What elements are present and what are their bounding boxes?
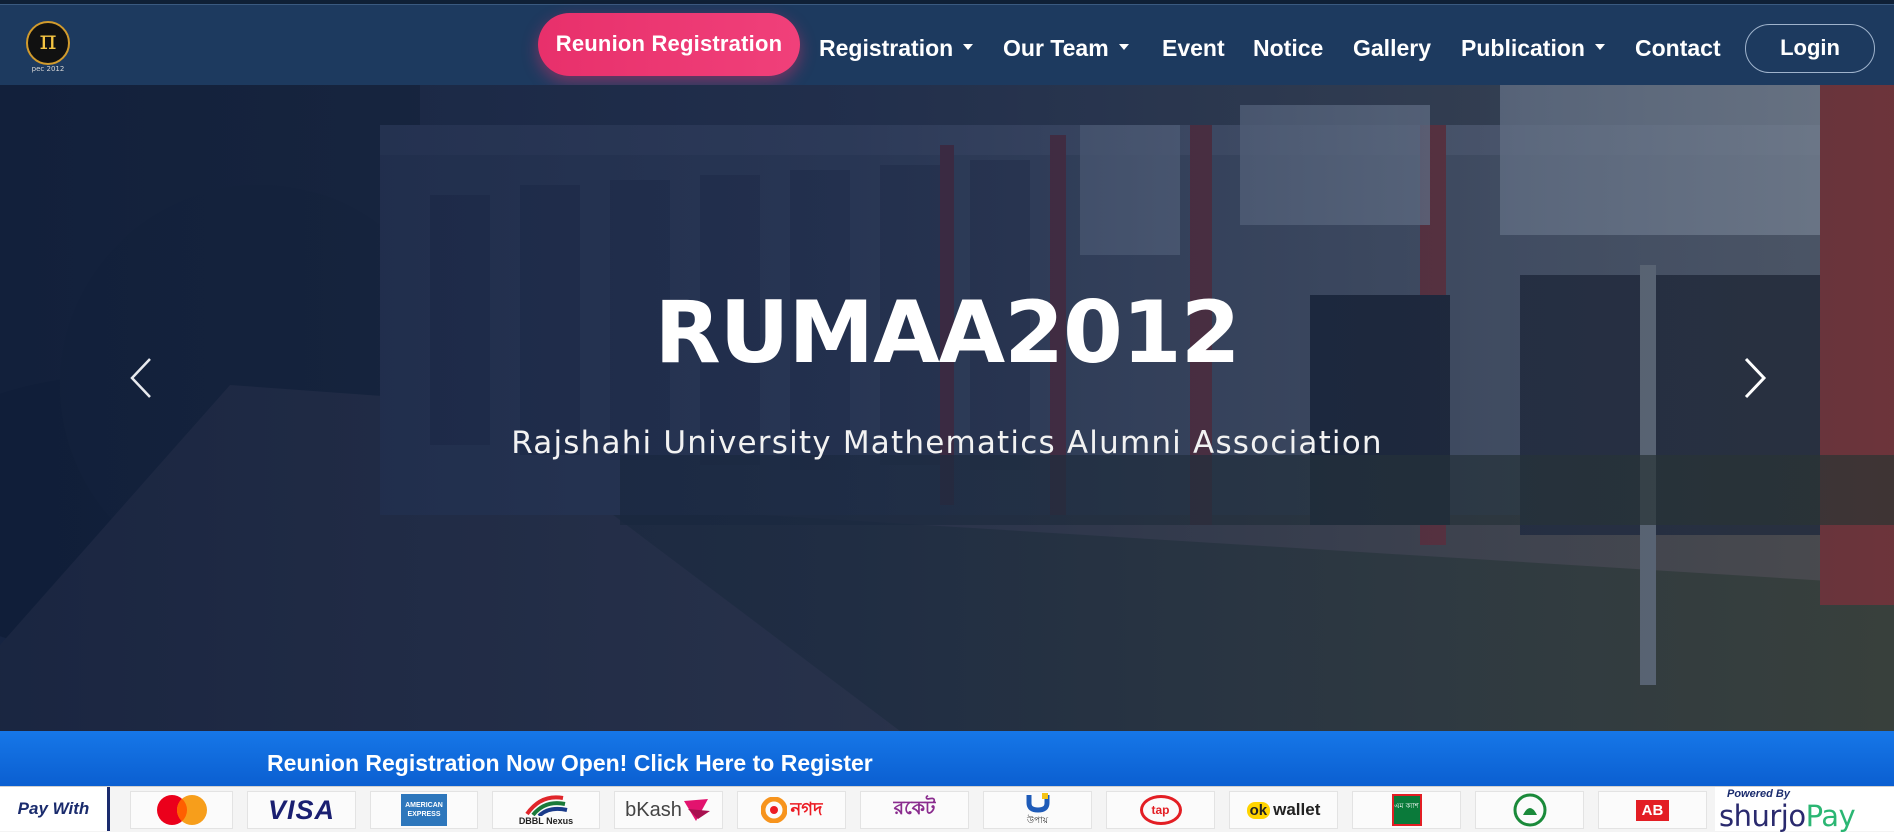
login-button[interactable]: Login — [1745, 24, 1875, 73]
caret-down-icon — [1118, 43, 1129, 50]
islami-bank-logo — [1475, 791, 1584, 829]
ok-wallet-logo: ok wallet — [1229, 791, 1338, 829]
caret-down-icon — [1594, 43, 1605, 50]
visa-text: VISA — [267, 794, 336, 825]
nagad-icon — [760, 797, 787, 823]
upay-icon — [1026, 792, 1049, 813]
banner-text[interactable]: Reunion Registration Now Open! Click Her… — [267, 743, 873, 783]
nav-our-team[interactable]: Our Team — [1003, 31, 1129, 65]
pay-with-label: Pay With — [0, 787, 110, 831]
nav-contact-label: Contact — [1635, 35, 1721, 61]
upay-logo: উপায় — [983, 791, 1092, 829]
registration-banner[interactable]: Reunion Registration Now Open! Click Her… — [0, 731, 1894, 786]
nav-publication-label: Publication — [1461, 35, 1585, 61]
hero-subtitle: Rajshahi University Mathematics Alumni A… — [511, 425, 1383, 461]
site-logo[interactable]: π — [26, 21, 70, 65]
hero-title: RUMAA2012 — [654, 283, 1240, 383]
mastercard-icon — [156, 795, 207, 825]
logo-caption: pec 2012 — [31, 65, 65, 73]
nav-notice-label: Notice — [1253, 35, 1324, 61]
nav-gallery-label: Gallery — [1353, 35, 1431, 61]
dbbl-nexus-text: DBBL Nexus — [518, 816, 574, 826]
shurjopay-brand-prefix: shurjo — [1719, 799, 1806, 833]
tap-logo: tap — [1106, 791, 1215, 829]
bkash-text: bKash — [625, 798, 682, 821]
caret-down-icon — [963, 43, 974, 50]
hero-carousel: RUMAA2012 Rajshahi University Mathematic… — [0, 85, 1894, 731]
bkash-logo: bKash — [614, 791, 723, 829]
reunion-registration-button[interactable]: Reunion Registration — [538, 13, 800, 76]
bkash-bird-icon — [683, 799, 710, 821]
amex-badge: AMERICAN EXPRESS — [401, 794, 447, 826]
american-express-logo: AMERICAN EXPRESS — [370, 791, 478, 829]
chevron-left-icon[interactable] — [122, 343, 162, 413]
dbbl-nexus-icon — [525, 795, 568, 816]
navbar: π pec 2012 Reunion Registration Registra… — [0, 4, 1894, 85]
shurjopay-brand: shurjoPay — [1719, 799, 1856, 833]
ok-wallet-text: wallet — [1273, 800, 1321, 819]
nav-gallery[interactable]: Gallery — [1353, 31, 1431, 65]
ok-wallet-badge: ok — [1246, 801, 1271, 819]
shurjopay-brand-suffix: Pay — [1805, 799, 1856, 833]
nagad-logo: নগদ — [737, 791, 846, 829]
tap-text: tap — [1151, 803, 1170, 817]
rocket-logo: রকেট — [860, 791, 969, 829]
chevron-right-icon[interactable] — [1734, 343, 1774, 413]
mcash-logo: এম ক্যাশ — [1352, 791, 1461, 829]
hero-overlay — [0, 85, 1894, 731]
nav-publication[interactable]: Publication — [1461, 31, 1605, 65]
mastercard-logo — [130, 791, 233, 829]
ab-bank-logo: AB — [1598, 791, 1707, 829]
upay-text: উপায় — [1026, 815, 1049, 826]
nav-event-label: Event — [1162, 35, 1225, 61]
nav-registration[interactable]: Registration — [819, 31, 974, 65]
logo-pi-icon: π — [39, 26, 57, 56]
mcash-badge: এম ক্যাশ — [1391, 794, 1422, 826]
ab-bank-text: AB — [1635, 799, 1670, 821]
nav-notice[interactable]: Notice — [1253, 31, 1323, 65]
nagad-text: নগদ — [790, 798, 823, 820]
nav-our-team-label: Our Team — [1003, 35, 1109, 61]
payment-methods-strip: Pay With VISA AMERICAN EXPRESS DBBL Nexu… — [0, 786, 1894, 833]
nav-contact[interactable]: Contact — [1635, 31, 1721, 65]
nav-registration-label: Registration — [819, 35, 954, 61]
powered-by-shurjopay: Powered By shurjoPay — [1715, 787, 1894, 833]
dbbl-nexus-logo: DBBL Nexus — [492, 791, 600, 829]
islami-bank-icon — [1513, 793, 1546, 827]
nav-event[interactable]: Event — [1162, 31, 1225, 65]
visa-logo: VISA — [247, 791, 356, 829]
rocket-text: রকেট — [893, 797, 936, 819]
